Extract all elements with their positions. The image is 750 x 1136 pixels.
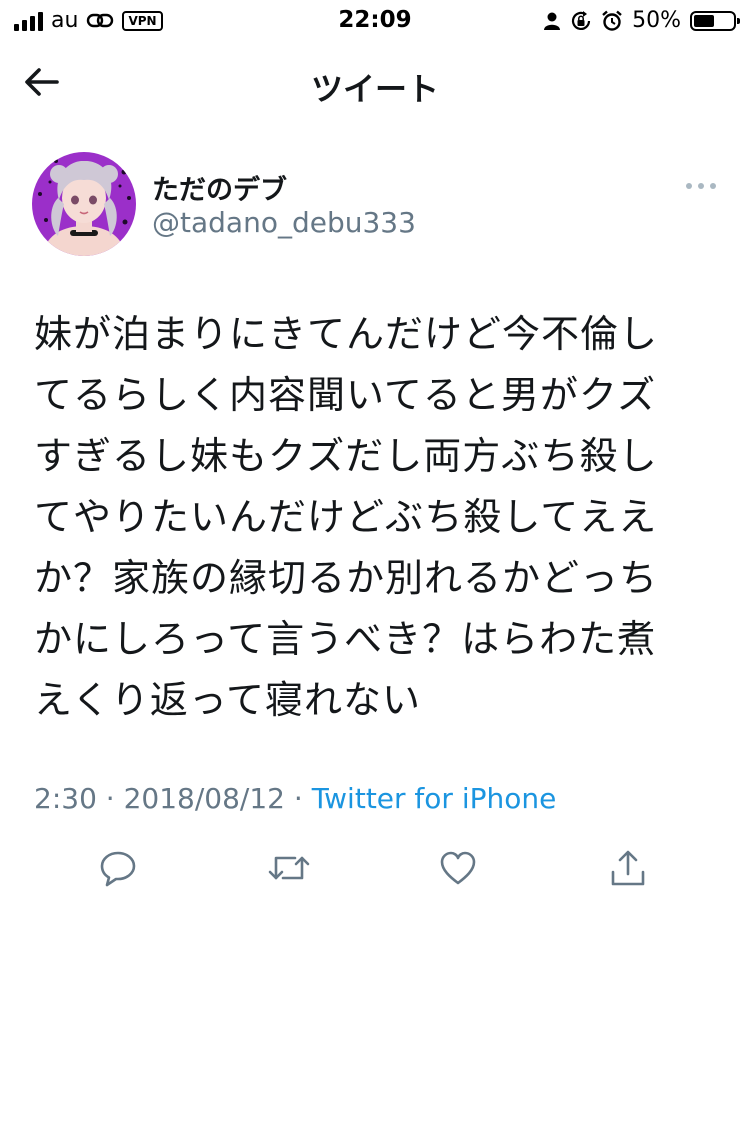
tweet-text-line: すぎるし妹もクズだし両方ぶち殺し [34,434,658,478]
tweet-date: 2018/08/12 [123,782,285,815]
battery-icon [690,10,740,31]
tweet-text-line: 妹が泊まりにきてんだけど今不倫し [34,312,659,356]
alarm-icon [602,10,622,31]
tweet-text-line: か？家族の縁切るか別れるかどっち [34,556,659,600]
battery-percent: 50% [632,8,681,33]
rotation-lock-icon [572,10,591,30]
like-icon [440,851,476,885]
retweet-icon [268,856,310,880]
like-button[interactable] [430,840,486,896]
retweet-button[interactable] [261,840,317,896]
share-button[interactable] [600,840,656,896]
page-title: ツイート [310,70,439,108]
tweet-text-line: えくり返って寝れない [34,678,421,722]
meta-separator: · [284,782,312,815]
user-handle[interactable]: @tadano_debu333 [152,206,416,239]
tweet-text-line: てやりたいんだけどぶち殺してええ [34,495,658,539]
nav-bar: ツイート [0,40,750,128]
person-icon [544,12,561,30]
more-options-button[interactable] [684,176,718,196]
tweet-time: 2:30 [34,782,97,815]
meta-separator: · [96,782,124,815]
reply-icon [100,851,136,887]
tweet-text: 妹が泊まりにきてんだけど今不倫し てるらしく内容聞いてると男がクズ すぎるし妹も… [34,304,704,731]
more-dots-icon [686,183,716,189]
tweet-meta: 2:30 · 2018/08/12 · Twitter for iPhone [34,782,556,815]
tweet-text-line: かにしろって言うべき？はらわた煮 [34,617,657,661]
status-bar: au VPN 22:09 50% [0,0,750,40]
tweet-text-line: てるらしく内容聞いてると男がクズ [34,373,657,417]
avatar[interactable] [32,152,136,256]
tweet-source-link[interactable]: Twitter for iPhone [312,782,557,815]
share-icon [611,850,645,886]
reply-button[interactable] [90,840,146,896]
tweet-actions [0,840,750,896]
display-name[interactable]: ただのデブ [152,168,287,207]
